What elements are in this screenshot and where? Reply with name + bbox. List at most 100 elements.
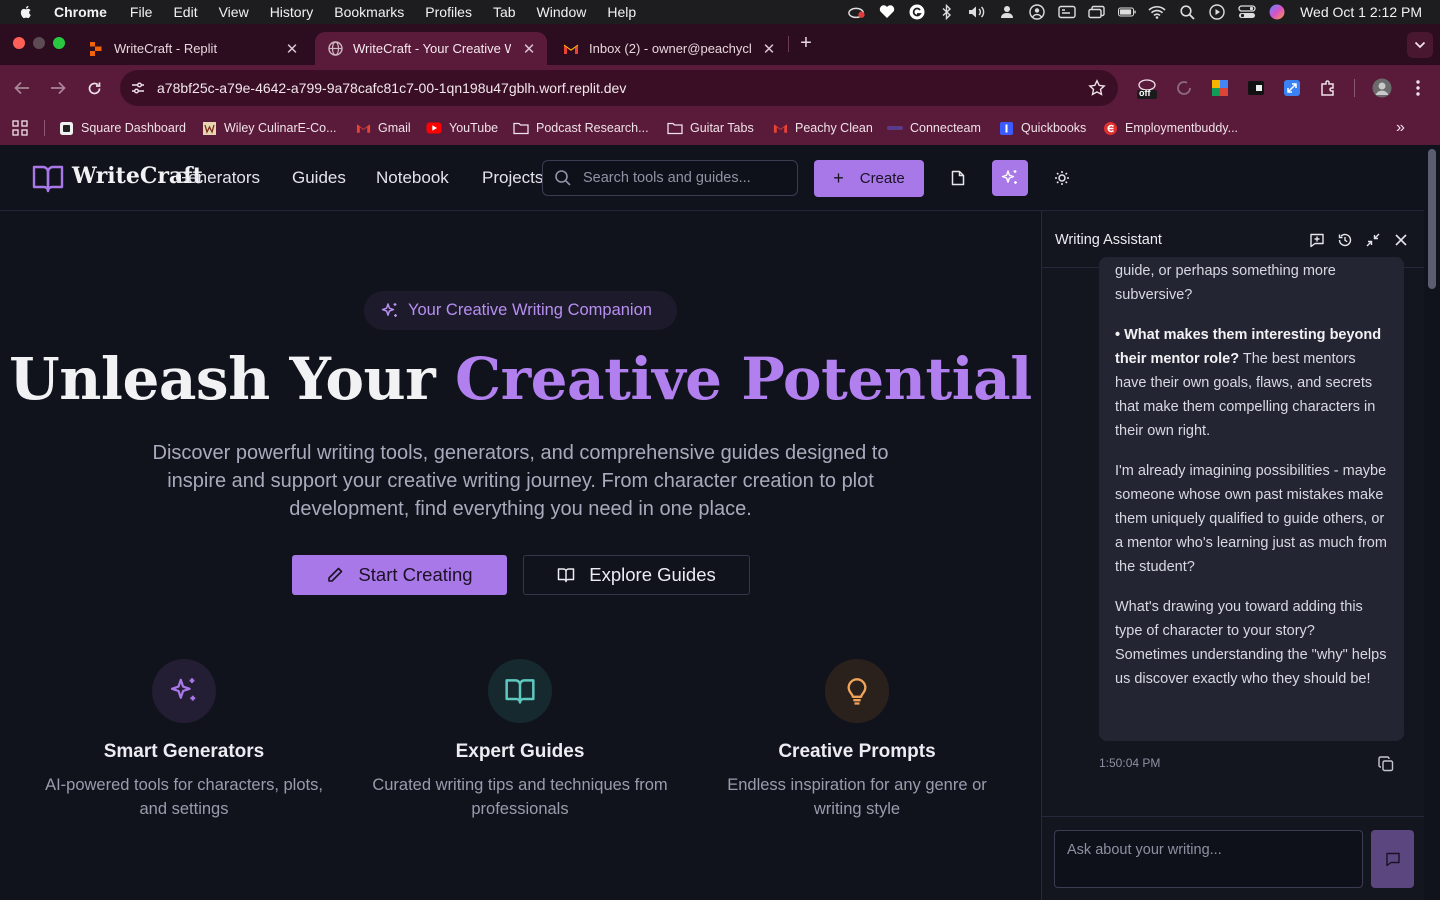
cloud-app-icon[interactable]	[848, 4, 866, 20]
resize-extension-icon[interactable]	[1281, 77, 1303, 99]
menu-bookmarks[interactable]: Bookmarks	[334, 4, 404, 20]
minimize-icon[interactable]	[1364, 231, 1382, 249]
bookmark-guitar-tabs[interactable]: Guitar Tabs	[667, 119, 754, 137]
explore-guides-label: Explore Guides	[589, 564, 716, 585]
menu-tab[interactable]: Tab	[493, 4, 516, 20]
scrollbar-thumb[interactable]	[1428, 149, 1436, 289]
bookmark-youtube[interactable]: YouTube	[426, 119, 498, 137]
menu-chrome[interactable]: Chrome	[54, 4, 107, 20]
window-close-button[interactable]	[13, 37, 25, 49]
menu-help[interactable]: Help	[607, 4, 636, 20]
tab-writecraft-replit[interactable]: WriteCraft - Replit ✕	[76, 32, 310, 65]
copy-icon[interactable]	[1378, 756, 1396, 774]
book-logo-icon[interactable]	[32, 163, 64, 193]
tab-title: Inbox (2) - owner@peachycle	[589, 41, 751, 56]
tab-close-icon[interactable]: ✕	[284, 40, 300, 58]
ask-input[interactable]: Ask about your writing...	[1054, 830, 1363, 888]
reload-icon[interactable]	[83, 77, 105, 99]
history-icon[interactable]	[1336, 231, 1354, 249]
window-overlap-icon[interactable]	[1088, 4, 1106, 20]
apple-icon[interactable]	[18, 4, 34, 20]
tab-gmail-inbox[interactable]: Inbox (2) - owner@peachycle ✕	[551, 32, 787, 65]
sun-theme-icon[interactable]	[1044, 160, 1080, 196]
menu-history[interactable]: History	[270, 4, 314, 20]
nav-guides[interactable]: Guides	[292, 168, 346, 188]
create-button[interactable]: + Create	[814, 160, 924, 197]
new-chat-icon[interactable]	[1308, 231, 1326, 249]
battery-icon[interactable]	[1118, 4, 1136, 20]
message-paragraph: guide, or perhaps something more subvers…	[1115, 263, 1336, 303]
bookmark-wiley[interactable]: Wiley CulinarE-Co...	[201, 119, 337, 137]
forward-arrow-icon[interactable]	[47, 77, 69, 99]
nav-notebook[interactable]: Notebook	[376, 168, 449, 188]
address-bar[interactable]: a78bf25c-a79e-4642-a799-9a78cafc81c7-00-…	[120, 70, 1118, 106]
siri-icon[interactable]	[1268, 4, 1286, 20]
bookmark-star-icon[interactable]	[1088, 79, 1106, 102]
chrome-menu-icon[interactable]	[1407, 77, 1429, 99]
bluetooth-icon[interactable]	[938, 4, 956, 20]
more-bookmarks-chevron-icon[interactable]: »	[1396, 119, 1405, 137]
tab-close-icon[interactable]: ✕	[761, 40, 777, 58]
window-minimize-button[interactable]	[33, 37, 45, 49]
window-zoom-button[interactable]	[53, 37, 65, 49]
spotlight-search-icon[interactable]	[1178, 4, 1196, 20]
bookmark-connecteam[interactable]: Connecteam	[887, 119, 981, 137]
bookmark-label: Podcast Research...	[536, 121, 649, 135]
close-icon[interactable]	[1392, 231, 1410, 249]
nav-generators[interactable]: Generators	[175, 168, 260, 188]
composer-divider	[1042, 816, 1425, 817]
site-settings-icon[interactable]	[130, 80, 146, 101]
input-menu-icon[interactable]	[1058, 4, 1076, 20]
wifi-icon[interactable]	[1148, 4, 1166, 20]
loading-extension-icon[interactable]	[1173, 77, 1195, 99]
menu-window[interactable]: Window	[537, 4, 587, 20]
menu-view[interactable]: View	[219, 4, 249, 20]
tab-title: WriteCraft - Replit	[114, 41, 218, 56]
bookmark-podcast-research[interactable]: Podcast Research...	[513, 119, 649, 137]
bookmarks-bar: Square Dashboard Wiley CulinarE-Co... Gm…	[0, 111, 1440, 145]
bookmark-quickbooks[interactable]: Quickbooks	[998, 119, 1086, 137]
control-center-icon[interactable]	[1238, 4, 1256, 20]
account-circle-icon[interactable]	[1028, 4, 1046, 20]
url-text[interactable]: a78bf25c-a79e-4642-a799-9a78cafc81c7-00-…	[157, 80, 626, 96]
profile-avatar[interactable]	[1371, 77, 1393, 99]
nav-projects[interactable]: Projects	[482, 168, 543, 188]
heart-app-icon[interactable]	[878, 4, 896, 20]
message-send-icon	[1385, 852, 1400, 867]
wiley-icon	[201, 120, 217, 136]
tab-writecraft-app[interactable]: WriteCraft - Your Creative Wr ✕	[315, 32, 547, 65]
puzzle-extensions-icon[interactable]	[1317, 77, 1339, 99]
page-scrollbar[interactable]	[1424, 145, 1440, 900]
companion-badge: Your Creative Writing Companion	[364, 291, 677, 330]
explore-guides-button[interactable]: Explore Guides	[523, 555, 750, 595]
notebook-file-icon[interactable]	[940, 160, 976, 196]
ai-assistant-toggle-sparkles-icon[interactable]	[992, 160, 1028, 196]
screen-record-icon[interactable]	[1208, 4, 1226, 20]
bookmark-employmentbuddy[interactable]: Employmentbuddy...	[1102, 119, 1238, 137]
apps-grid-icon[interactable]	[12, 119, 28, 137]
start-creating-button[interactable]: Start Creating	[292, 555, 507, 595]
send-button[interactable]	[1371, 830, 1414, 888]
bookmark-square-dashboard[interactable]: Square Dashboard	[58, 119, 186, 137]
menu-edit[interactable]: Edit	[173, 4, 197, 20]
search-input[interactable]: Search tools and guides...	[542, 160, 798, 196]
colorful-extension-icon[interactable]	[1209, 77, 1231, 99]
new-tab-plus-icon[interactable]: +	[796, 32, 816, 54]
volume-icon[interactable]	[968, 4, 986, 20]
square-icon	[58, 120, 74, 136]
bookmark-peachy-clean[interactable]: Peachy Clean	[772, 119, 873, 137]
tab-close-icon[interactable]: ✕	[521, 40, 537, 58]
back-arrow-icon[interactable]	[11, 77, 33, 99]
globe-icon	[327, 41, 343, 57]
bookmark-gmail[interactable]: Gmail	[355, 119, 411, 137]
grammarly-icon[interactable]	[908, 4, 926, 20]
menubar-clock[interactable]: Wed Oct 1 2:12 PM	[1300, 4, 1422, 20]
user-silhouette-icon[interactable]	[998, 4, 1016, 20]
bookmark-label: Peachy Clean	[795, 121, 873, 135]
book-open-icon	[488, 659, 552, 723]
menu-profiles[interactable]: Profiles	[425, 4, 472, 20]
ask-placeholder: Ask about your writing...	[1067, 842, 1222, 858]
menu-file[interactable]: File	[130, 4, 153, 20]
dark-extension-icon[interactable]	[1245, 77, 1267, 99]
tab-search-chevron-icon[interactable]	[1407, 32, 1433, 58]
